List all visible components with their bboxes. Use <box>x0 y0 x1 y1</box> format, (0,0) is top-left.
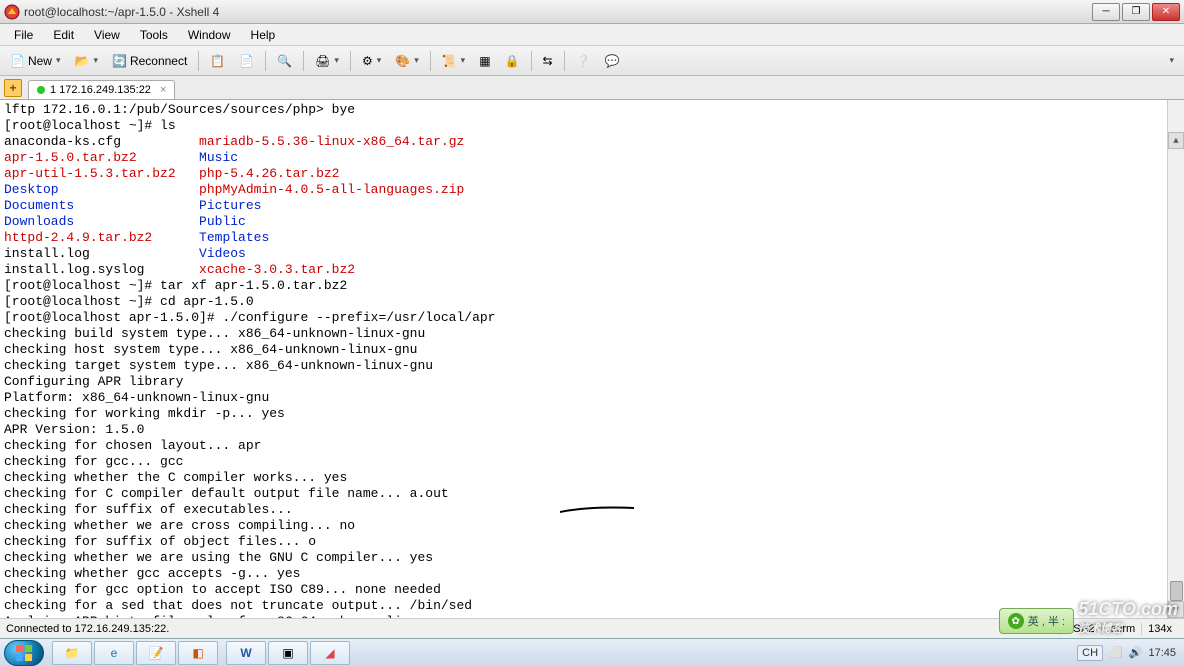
search-icon: 🔍 <box>277 54 292 68</box>
window-controls: ─ ❐ ✕ <box>1092 3 1180 21</box>
windows-icon <box>15 644 33 662</box>
menu-file[interactable]: File <box>6 26 41 44</box>
titlebar: root@localhost:~/apr-1.5.0 - Xshell 4 ─ … <box>0 0 1184 24</box>
print-icon: 🖨 <box>315 54 330 68</box>
maximize-button[interactable]: ❐ <box>1122 3 1150 21</box>
print-button[interactable]: 🖨▾ <box>309 50 345 72</box>
tab-status-dot <box>37 86 45 94</box>
separator <box>350 51 351 71</box>
scroll-thumb[interactable] <box>1170 581 1183 601</box>
taskbar-clock[interactable]: 17:45 <box>1148 647 1176 659</box>
tray-icon[interactable]: ⬜ <box>1109 646 1123 659</box>
app-icon <box>4 4 20 20</box>
window-title: root@localhost:~/apr-1.5.0 - Xshell 4 <box>24 5 1092 19</box>
new-session-button[interactable]: 📄New▾ <box>4 50 67 72</box>
separator <box>198 51 199 71</box>
gear-icon: ⚙ <box>362 54 373 68</box>
tab-close-icon[interactable]: × <box>160 84 166 96</box>
ftp-button[interactable]: ⇆ <box>537 50 559 72</box>
copy-button[interactable]: 📋 <box>204 50 231 72</box>
task-explorer[interactable]: 📁 <box>52 641 92 665</box>
taskbar: 📁 e 📝 ◧ W ▣ ◢ CH ⬜ 🔊 17:45 <box>0 638 1184 666</box>
system-tray: CH ⬜ 🔊 17:45 <box>1077 645 1180 661</box>
session-tab[interactable]: 1 172.16.249.135:22 × <box>28 80 175 99</box>
toolbar-overflow[interactable]: ▾ <box>1162 50 1180 72</box>
minimize-button[interactable]: ─ <box>1092 3 1120 21</box>
separator <box>265 51 266 71</box>
status-text: Connected to 172.16.249.135:22. <box>6 623 169 635</box>
new-tab-button[interactable]: + <box>4 79 22 97</box>
notepad-icon: 📝 <box>149 646 164 660</box>
reconnect-icon: 🔄 <box>112 54 127 68</box>
menu-view[interactable]: View <box>86 26 128 44</box>
scroll-up-button[interactable]: ▲ <box>1168 132 1184 149</box>
script-button[interactable]: 📜▾ <box>436 50 471 72</box>
chat-button[interactable]: 💬 <box>599 50 626 72</box>
folder-new-icon: 📄 <box>10 54 25 68</box>
help-icon: ❔ <box>576 54 591 68</box>
color-button[interactable]: 🎨▾ <box>389 50 424 72</box>
menu-edit[interactable]: Edit <box>45 26 82 44</box>
app-icon: ◧ <box>192 646 203 660</box>
open-button[interactable]: 📂▾ <box>69 50 104 72</box>
separator <box>531 51 532 71</box>
panel-button[interactable]: ▦ <box>473 50 496 72</box>
copy-icon: 📋 <box>210 54 225 68</box>
separator <box>430 51 431 71</box>
folder-open-icon: 📂 <box>75 54 90 68</box>
menu-help[interactable]: Help <box>243 26 284 44</box>
ime-indicator[interactable]: ✿ 英 , 半 : <box>999 608 1074 634</box>
script-icon: 📜 <box>442 54 457 68</box>
panel-icon: ▦ <box>479 54 490 68</box>
lang-indicator[interactable]: CH <box>1077 645 1103 661</box>
transfer-icon: ⇆ <box>543 54 553 68</box>
find-button[interactable]: 🔍 <box>271 50 298 72</box>
separator <box>303 51 304 71</box>
terminal-output[interactable]: lftp 172.16.0.1:/pub/Sources/sources/php… <box>0 100 1184 618</box>
status-size: 134x <box>1141 623 1178 635</box>
folder-icon: 📁 <box>65 646 80 660</box>
separator <box>564 51 565 71</box>
help-button[interactable]: ❔ <box>570 50 597 72</box>
reconnect-button[interactable]: 🔄Reconnect <box>106 50 193 72</box>
lock-button[interactable]: 🔒 <box>499 50 526 72</box>
task-xshell[interactable]: ◢ <box>310 641 350 665</box>
toolbar: 📄New▾ 📂▾ 🔄Reconnect 📋 📄 🔍 🖨▾ ⚙▾ 🎨▾ 📜▾ ▦ … <box>0 46 1184 76</box>
close-button[interactable]: ✕ <box>1152 3 1180 21</box>
task-notepad[interactable]: 📝 <box>136 641 176 665</box>
menu-tools[interactable]: Tools <box>132 26 176 44</box>
vm-icon: ▣ <box>282 646 293 660</box>
word-icon: W <box>240 646 251 660</box>
task-vmware[interactable]: ▣ <box>268 641 308 665</box>
start-button[interactable] <box>4 640 44 666</box>
tray-volume-icon[interactable]: 🔊 <box>1129 646 1143 659</box>
xshell-icon: ◢ <box>325 646 334 660</box>
bubble-icon: 💬 <box>605 54 620 68</box>
terminal-scrollbar[interactable]: ▲ ▼ <box>1167 100 1184 618</box>
annotation-line <box>560 504 635 516</box>
menubar: File Edit View Tools Window Help <box>0 24 1184 46</box>
scroll-down-button[interactable]: ▼ <box>1168 601 1184 618</box>
palette-icon: 🎨 <box>395 54 410 68</box>
ie-icon: e <box>111 646 118 660</box>
lock-icon: 🔒 <box>505 54 520 68</box>
task-word[interactable]: W <box>226 641 266 665</box>
task-app1[interactable]: ◧ <box>178 641 218 665</box>
paste-button[interactable]: 📄 <box>233 50 260 72</box>
status-term: xterm <box>1101 623 1142 635</box>
menu-window[interactable]: Window <box>180 26 239 44</box>
task-ie[interactable]: e <box>94 641 134 665</box>
tabbar: + 1 172.16.249.135:22 × <box>0 76 1184 100</box>
tab-label: 1 172.16.249.135:22 <box>50 84 151 96</box>
paste-icon: 📄 <box>239 54 254 68</box>
ime-text: 英 , 半 : <box>1028 613 1065 629</box>
ime-icon: ✿ <box>1008 613 1024 629</box>
properties-button[interactable]: ⚙▾ <box>356 50 387 72</box>
